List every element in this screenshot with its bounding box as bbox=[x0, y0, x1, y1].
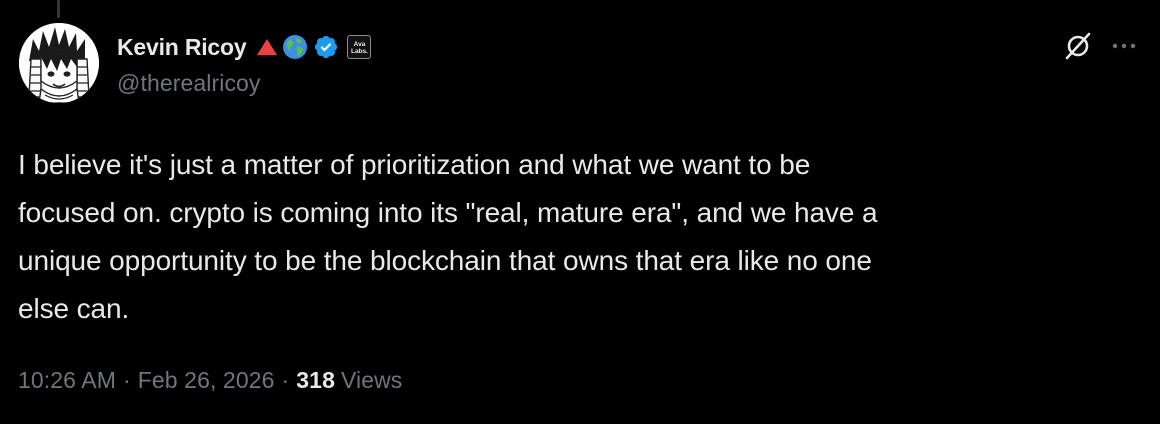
affiliate-badge[interactable]: Ava Labs. bbox=[347, 35, 372, 59]
red-triangle-icon bbox=[256, 38, 278, 56]
more-icon bbox=[1112, 43, 1136, 49]
tweet-top-actions bbox=[1060, 28, 1142, 64]
globe-icon bbox=[282, 34, 308, 60]
avatar-illustration bbox=[19, 23, 99, 103]
tweet-date[interactable]: Feb 26, 2026 bbox=[138, 367, 275, 394]
name-row: Kevin Ricoy Ava Labs. bbox=[117, 30, 1020, 64]
avatar[interactable] bbox=[19, 23, 99, 103]
thread-connector-line bbox=[57, 0, 60, 18]
display-name[interactable]: Kevin Ricoy bbox=[117, 34, 247, 61]
tweet-text: I believe it's just a matter of prioriti… bbox=[18, 149, 878, 324]
affiliate-badge-line1: Ava bbox=[353, 40, 366, 48]
more-options-button[interactable] bbox=[1106, 28, 1142, 64]
user-handle[interactable]: @therealricoy bbox=[117, 70, 1020, 97]
tweet-header: Kevin Ricoy Ava Labs. @therealricoy bbox=[117, 30, 1020, 97]
tweet-meta: 10:26 AM · Feb 26, 2026 · 318 Views bbox=[18, 367, 402, 394]
meta-separator: · bbox=[122, 367, 131, 393]
meta-separator: · bbox=[281, 367, 290, 393]
views-label: Views bbox=[340, 367, 403, 393]
grok-icon bbox=[1065, 32, 1091, 60]
tweet-time[interactable]: 10:26 AM bbox=[18, 367, 116, 394]
views-count[interactable]: 318 bbox=[296, 367, 335, 394]
verified-icon[interactable] bbox=[313, 34, 339, 60]
affiliate-badge-line2: Labs. bbox=[350, 47, 368, 55]
grok-button[interactable] bbox=[1060, 28, 1096, 64]
